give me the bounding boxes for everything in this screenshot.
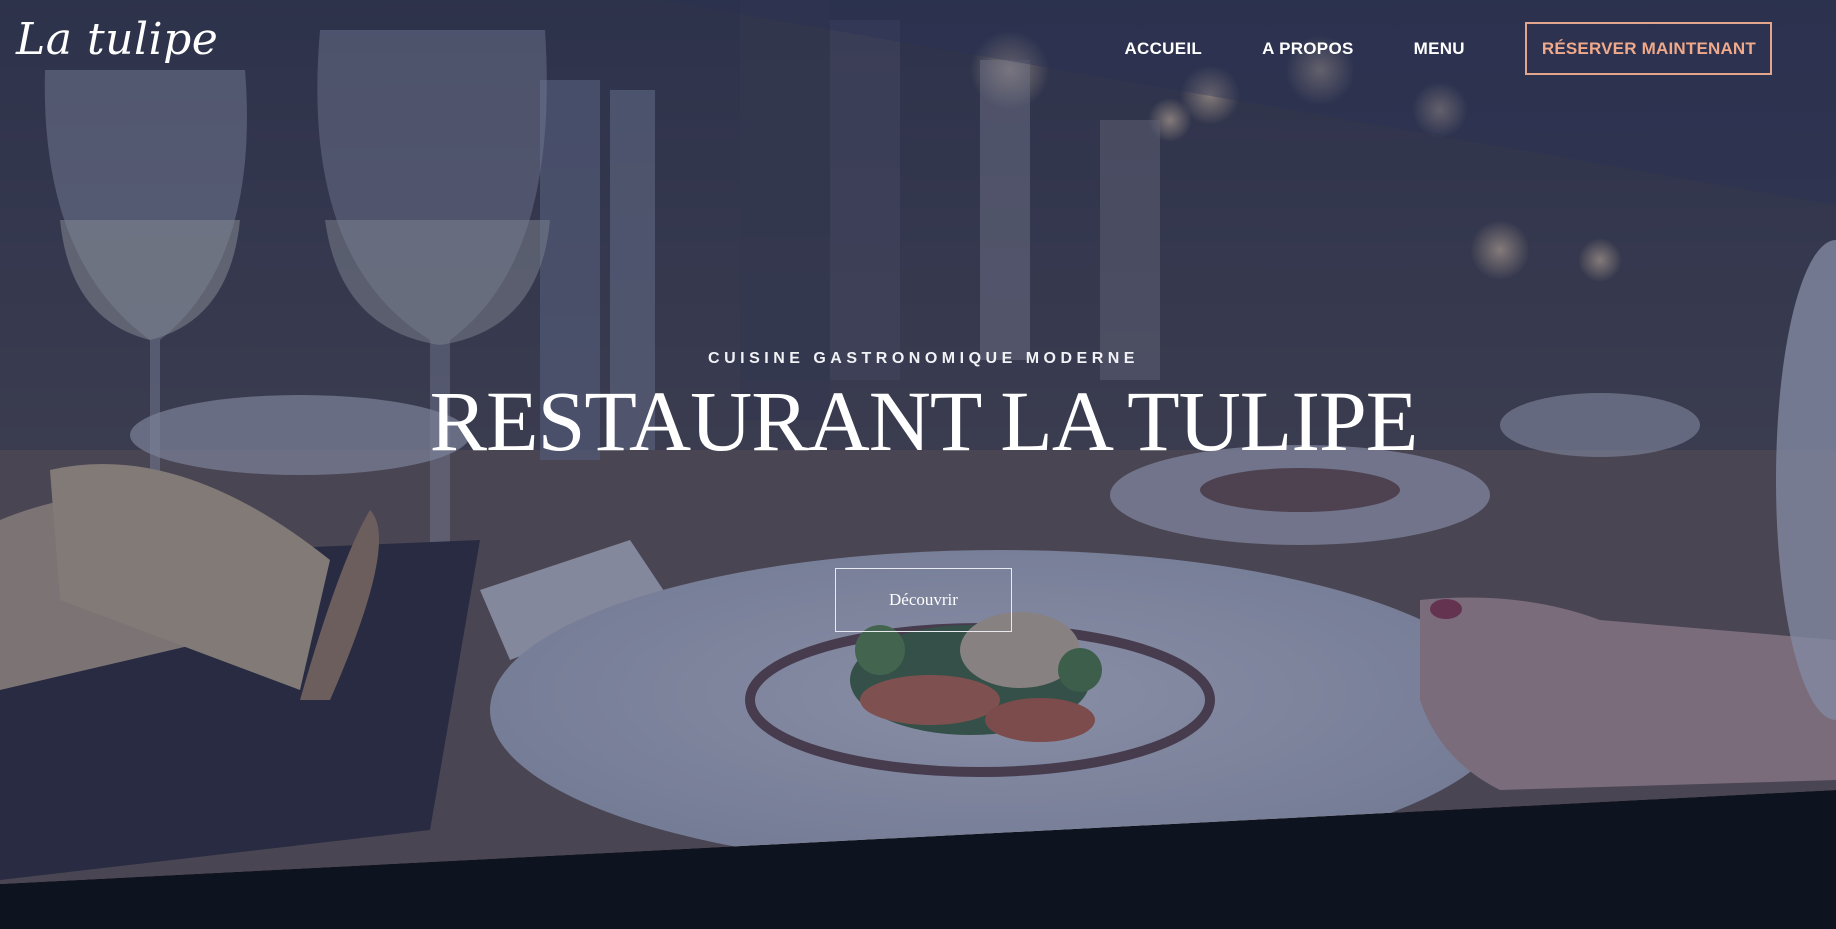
nav-link-a-propos[interactable]: A PROPOS xyxy=(1262,39,1354,59)
nav-link-menu[interactable]: MENU xyxy=(1414,39,1465,59)
landing-page: La tulipe ACCUEIL A PROPOS MENU RÉSERVER… xyxy=(0,0,1836,929)
hero-content: CUISINE GASTRONOMIQUE MODERNE RESTAURANT… xyxy=(0,350,1836,632)
logo[interactable]: La tulipe xyxy=(16,14,218,65)
main-nav: ACCUEIL A PROPOS MENU RÉSERVER MAINTENAN… xyxy=(1124,22,1772,75)
nav-link-accueil[interactable]: ACCUEIL xyxy=(1124,39,1202,59)
reserve-now-button[interactable]: RÉSERVER MAINTENANT xyxy=(1524,22,1772,75)
discover-button[interactable]: Découvrir xyxy=(835,567,1012,632)
hero-tagline: CUISINE GASTRONOMIQUE MODERNE xyxy=(708,350,1139,367)
hero-title: RESTAURANT LA TULIPE xyxy=(429,373,1419,469)
